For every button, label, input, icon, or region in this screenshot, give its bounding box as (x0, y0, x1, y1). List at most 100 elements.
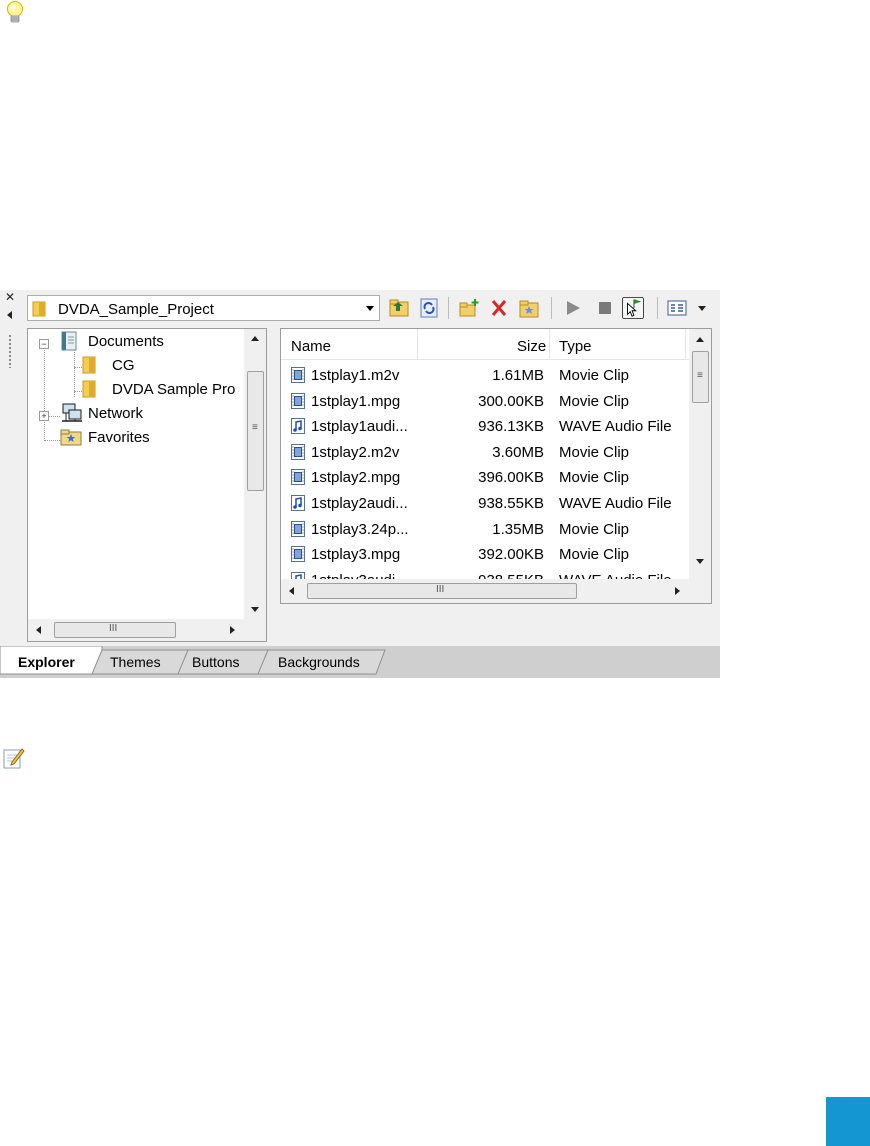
scroll-up-icon[interactable] (696, 337, 704, 342)
file-name: 1stplay2audi... (311, 495, 408, 512)
table-row[interactable]: 1stplay2audi... 938.55KB WAVE Audio File (281, 491, 689, 516)
scroll-grip-icon: III (436, 584, 445, 595)
views-dropdown-icon[interactable] (698, 306, 706, 311)
list-horizontal-scrollbar[interactable]: III (281, 579, 689, 603)
table-row[interactable]: 1stplay2.mpg 396.00KB Movie Clip (281, 465, 689, 490)
add-to-favorites-icon[interactable] (518, 297, 540, 319)
auto-preview-icon[interactable] (622, 297, 644, 319)
movie-clip-icon (291, 367, 305, 383)
column-header-size[interactable]: Size (517, 338, 546, 355)
explorer-window: ✕ DVDA_Sample_Project − Documents CG DVD… (0, 290, 720, 678)
tab-label: Explorer (18, 654, 75, 670)
delete-icon[interactable] (488, 297, 510, 319)
file-type: Movie Clip (559, 520, 630, 538)
table-row[interactable]: 1stplay1.mpg 300.00KB Movie Clip (281, 389, 689, 414)
lightbulb-tip-icon (7, 1, 23, 23)
table-row[interactable]: 1stplay3.24p... 1.35MB Movie Clip (281, 517, 689, 542)
scroll-corner (689, 579, 711, 603)
table-row[interactable]: 1stplay1audi... 936.13KB WAVE Audio File (281, 414, 689, 439)
note-pencil-icon (3, 748, 25, 769)
table-row[interactable]: 1stplay3.mpg 392.00KB Movie Clip (281, 542, 689, 567)
tree-vertical-scrollbar[interactable]: ≡ (244, 329, 266, 619)
audio-file-icon (291, 495, 305, 511)
file-type: Movie Clip (559, 443, 630, 461)
tab-explorer[interactable]: Explorer (0, 650, 95, 674)
file-type: Movie Clip (559, 367, 630, 384)
file-size: 1.35MB (492, 520, 544, 538)
expand-toggle-icon[interactable]: + (39, 411, 49, 421)
tab-themes[interactable]: Themes (100, 650, 180, 674)
path-dropdown[interactable]: DVDA_Sample_Project (27, 295, 380, 321)
tree-item-label: DVDA Sample Pro (112, 381, 236, 398)
scroll-right-icon[interactable] (675, 587, 680, 595)
drag-handle[interactable] (8, 334, 12, 368)
refresh-icon[interactable] (418, 297, 440, 319)
file-name: 1stplay3.24p... (311, 520, 409, 538)
list-header: Name Size Type (281, 329, 689, 360)
collapse-toggle-icon[interactable]: − (39, 339, 49, 349)
tab-label: Themes (110, 654, 161, 670)
chevron-down-icon[interactable] (366, 306, 374, 311)
play-icon[interactable] (562, 297, 584, 319)
column-header-type[interactable]: Type (559, 338, 592, 355)
folder-icon (32, 301, 46, 317)
stop-icon[interactable] (594, 297, 616, 319)
folder-icon (82, 380, 96, 398)
path-text: DVDA_Sample_Project (58, 301, 214, 318)
folder-icon (82, 356, 96, 374)
tree-item-label: CG (112, 357, 135, 374)
file-name: 1stplay1audi... (311, 418, 408, 436)
file-size: 396.00KB (478, 469, 544, 487)
tab-buttons[interactable]: Buttons (182, 650, 262, 674)
page-corner-badge (826, 1097, 870, 1146)
tab-backgrounds[interactable]: Backgrounds (264, 650, 379, 674)
scrollbar-thumb[interactable]: ≡ (692, 351, 709, 403)
tab-bar: Explorer Themes Buttons Backgrounds (0, 646, 720, 678)
scroll-down-icon[interactable] (696, 559, 704, 564)
movie-clip-icon (291, 443, 305, 460)
tree-item-label: Documents (88, 333, 164, 350)
scroll-left-icon[interactable] (36, 626, 41, 634)
network-icon (62, 403, 82, 422)
file-size: 1.61MB (492, 367, 544, 384)
scroll-right-icon[interactable] (230, 626, 235, 634)
file-size: 3.60MB (492, 443, 544, 461)
table-row[interactable]: 1stplay2.m2v 3.60MB Movie Clip (281, 440, 689, 465)
scroll-up-icon[interactable] (251, 336, 259, 341)
file-size: 938.55KB (478, 495, 544, 512)
new-folder-icon[interactable] (458, 297, 480, 319)
file-name: 1stplay1.mpg (311, 392, 401, 410)
file-type: WAVE Audio File (559, 418, 672, 436)
window-gripper: ✕ (0, 290, 20, 646)
file-name: 1stplay3.mpg (311, 546, 401, 564)
scroll-down-icon[interactable] (251, 607, 259, 612)
scroll-left-icon[interactable] (289, 587, 294, 595)
tree-item-label: Favorites (88, 429, 150, 446)
file-type: WAVE Audio File (559, 495, 672, 512)
tab-label: Backgrounds (278, 654, 360, 670)
file-type: Movie Clip (559, 392, 630, 410)
scrollbar-thumb[interactable]: ≡ (247, 371, 264, 491)
file-type: Movie Clip (559, 469, 630, 487)
movie-clip-icon (291, 469, 305, 486)
movie-clip-icon (291, 546, 305, 563)
scroll-grip-icon: ≡ (697, 370, 703, 381)
table-row[interactable]: 1stplay1.m2v 1.61MB Movie Clip (281, 363, 689, 388)
favorites-icon (60, 429, 82, 446)
file-list: Name Size Type 1stplay1.m2v 1.61MB Movie C… (280, 328, 712, 604)
views-icon[interactable] (666, 297, 688, 319)
scrollbar-thumb[interactable]: III (307, 583, 577, 599)
tree-item-label: Network (88, 405, 144, 422)
tree-horizontal-scrollbar[interactable]: III (28, 619, 244, 641)
column-header-name[interactable]: Name (291, 338, 331, 355)
collapse-arrow-icon[interactable] (7, 311, 12, 319)
file-type: Movie Clip (559, 546, 630, 564)
toolbar-separator (657, 297, 658, 319)
close-icon[interactable]: ✕ (5, 291, 15, 303)
list-vertical-scrollbar[interactable]: ≡ (689, 329, 711, 579)
up-folder-icon[interactable] (388, 297, 410, 319)
file-name: 1stplay1.m2v (311, 367, 400, 384)
folder-tree: − Documents CG DVDA Sample Pro + Network… (27, 328, 267, 642)
scrollbar-thumb[interactable]: III (54, 622, 176, 638)
movie-clip-icon (291, 520, 305, 537)
